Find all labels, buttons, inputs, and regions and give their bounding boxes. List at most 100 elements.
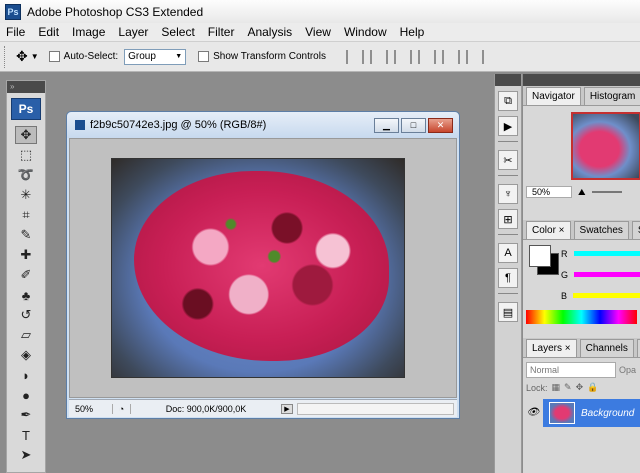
navigator-thumbnail[interactable] — [571, 112, 640, 180]
pen-tool-icon[interactable]: ✒ — [15, 406, 37, 424]
blend-mode-select[interactable]: Normal — [526, 362, 616, 378]
tab-navigator[interactable]: Navigator — [526, 87, 581, 105]
magic-wand-tool-icon[interactable]: ✳ — [15, 186, 37, 204]
right-panels: Navigator Histogram 50% ⛰ Color × Swatch… — [523, 74, 640, 473]
layer-comps-icon[interactable]: ▤ — [498, 302, 518, 322]
chevron-down-icon: ▼ — [175, 53, 183, 60]
navigator-tabs: Navigator Histogram — [523, 86, 640, 106]
status-menu-arrow-icon[interactable]: ▶ — [281, 403, 293, 414]
color-row-r: R — [561, 243, 640, 264]
show-transform-label: Show Transform Controls — [213, 51, 326, 62]
align-right-icon[interactable] — [465, 49, 484, 64]
show-transform-checkbox[interactable] — [198, 51, 210, 62]
eyedropper-tool-icon[interactable]: ✎ — [15, 226, 37, 244]
paint-bucket-tool-icon[interactable]: ◈ — [15, 346, 37, 364]
brushes-panel-icon[interactable]: ♆ — [498, 184, 518, 204]
panels-header[interactable] — [523, 74, 640, 86]
blue-slider[interactable] — [573, 293, 640, 298]
photo-beet-salad-image[interactable] — [111, 158, 405, 378]
lock-all-icon[interactable]: 🔒 — [587, 382, 598, 393]
auto-select-checkbox[interactable] — [48, 51, 60, 62]
menu-window[interactable]: Window — [344, 25, 387, 39]
align-buttons-group — [345, 49, 484, 64]
eraser-tool-icon[interactable]: ▱ — [15, 326, 37, 344]
opacity-label: Opa — [619, 365, 637, 375]
menu-layer[interactable]: Layer — [118, 25, 148, 39]
document-canvas[interactable] — [69, 138, 457, 398]
lock-transparency-icon[interactable]: ▦ — [552, 382, 561, 393]
menu-image[interactable]: Image — [72, 25, 105, 39]
brush-tool-icon[interactable]: ✐ — [15, 266, 37, 284]
menu-file[interactable]: File — [6, 25, 25, 39]
menu-edit[interactable]: Edit — [38, 25, 59, 39]
tool-presets-icon[interactable]: ✂ — [498, 150, 518, 170]
move-tool-icon[interactable]: ✥ — [15, 126, 37, 144]
menu-filter[interactable]: Filter — [208, 25, 235, 39]
tab-styles[interactable]: St — [631, 221, 640, 239]
healing-brush-tool-icon[interactable]: ✚ — [15, 246, 37, 264]
crop-tool-icon[interactable]: ⌗ — [15, 206, 37, 224]
tab-color[interactable]: Color × — [526, 221, 571, 239]
document-status-bar: 50% ◔ Doc: 900,0K/900,0K ▶ — [69, 399, 457, 417]
dock-header[interactable] — [495, 74, 521, 86]
lasso-tool-icon[interactable]: ➰ — [15, 166, 37, 184]
menu-help[interactable]: Help — [400, 25, 425, 39]
green-slider[interactable] — [574, 272, 640, 277]
history-panel-icon[interactable]: ⧉ — [498, 91, 518, 111]
dodge-tool-icon[interactable]: ● — [15, 386, 37, 404]
zoom-out-icon[interactable]: ⛰ — [578, 187, 586, 198]
horizontal-scrollbar[interactable] — [297, 402, 454, 415]
paragraph-panel-icon[interactable]: ¶ — [498, 268, 518, 288]
foreground-color-swatch[interactable] — [529, 245, 551, 267]
navigator-zoom-field[interactable]: 50% — [526, 186, 572, 198]
color-row-g: G — [561, 264, 640, 285]
blur-tool-icon[interactable]: ◗ — [15, 366, 37, 384]
marquee-tool-icon[interactable]: ⬚ — [15, 146, 37, 164]
color-tabs: Color × Swatches St — [523, 220, 640, 240]
actions-panel-icon[interactable]: ▶ — [498, 116, 518, 136]
options-bar: ✥ ▼ Auto-Select: Group ▼ Show Transform … — [0, 42, 640, 72]
clone-stamp-tool-icon[interactable]: ♣ — [15, 286, 37, 304]
layer-row-background[interactable]: 👁 Background — [523, 399, 640, 427]
toolbox-header[interactable]: » — [7, 81, 45, 93]
lock-label: Lock: — [526, 382, 548, 393]
photoshop-logo[interactable]: Ps — [11, 98, 41, 120]
history-brush-tool-icon[interactable]: ↺ — [15, 306, 37, 324]
options-bar-grip[interactable] — [4, 45, 10, 68]
tab-channels[interactable]: Channels — [579, 339, 634, 357]
clone-source-icon[interactable]: ⊞ — [498, 209, 518, 229]
path-selection-tool-icon[interactable]: ➤ — [15, 446, 37, 464]
align-top-icon[interactable] — [345, 49, 364, 64]
align-left-icon[interactable] — [417, 49, 436, 64]
auto-select-dropdown[interactable]: Group ▼ — [124, 48, 187, 65]
align-vcenter-icon[interactable] — [369, 49, 388, 64]
tab-histogram[interactable]: Histogram — [583, 87, 640, 105]
doc-size-info: Doc: 900,0K/900,0K — [165, 403, 247, 414]
character-panel-icon[interactable]: A — [498, 243, 518, 263]
menu-analysis[interactable]: Analysis — [247, 25, 292, 39]
status-info-icon[interactable]: ◔ — [113, 403, 131, 414]
minimize-button[interactable]: ▁ — [374, 117, 399, 133]
align-bottom-icon[interactable] — [393, 49, 412, 64]
layer-visibility-eye-icon[interactable]: 👁 — [523, 399, 543, 427]
color-spectrum-ramp[interactable] — [526, 310, 637, 324]
zoom-field[interactable]: 50% — [69, 403, 113, 414]
lock-position-icon[interactable]: ✥ — [576, 382, 584, 393]
tab-swatches[interactable]: Swatches — [573, 221, 629, 239]
align-hcenter-icon[interactable] — [441, 49, 460, 64]
tool-preset-picker[interactable]: ✥ ▼ — [16, 48, 39, 65]
menu-view[interactable]: View — [305, 25, 331, 39]
color-panel: Color × Swatches St R G B — [523, 220, 640, 330]
chevron-down-icon: ▼ — [30, 52, 39, 61]
menu-select[interactable]: Select — [161, 25, 194, 39]
document-title-bar[interactable]: f2b9c50742e3.jpg @ 50% (RGB/8#) ▁ □ ✕ — [67, 112, 459, 138]
red-slider[interactable] — [573, 251, 640, 256]
toolbox: » Ps ✥ ⬚ ➰ ✳ ⌗ ✎ ✚ ✐ ♣ ↺ ▱ ◈ ◗ ● ✒ T ➤ — [6, 80, 46, 473]
lock-image-icon[interactable]: ✎ — [564, 382, 572, 393]
tab-layers[interactable]: Layers × — [526, 339, 577, 357]
close-button[interactable]: ✕ — [428, 117, 453, 133]
navigator-zoom-slider[interactable] — [591, 191, 622, 193]
maximize-button[interactable]: □ — [401, 117, 426, 133]
menu-bar: File Edit Image Layer Select Filter Anal… — [0, 23, 640, 42]
type-tool-icon[interactable]: T — [15, 426, 37, 444]
